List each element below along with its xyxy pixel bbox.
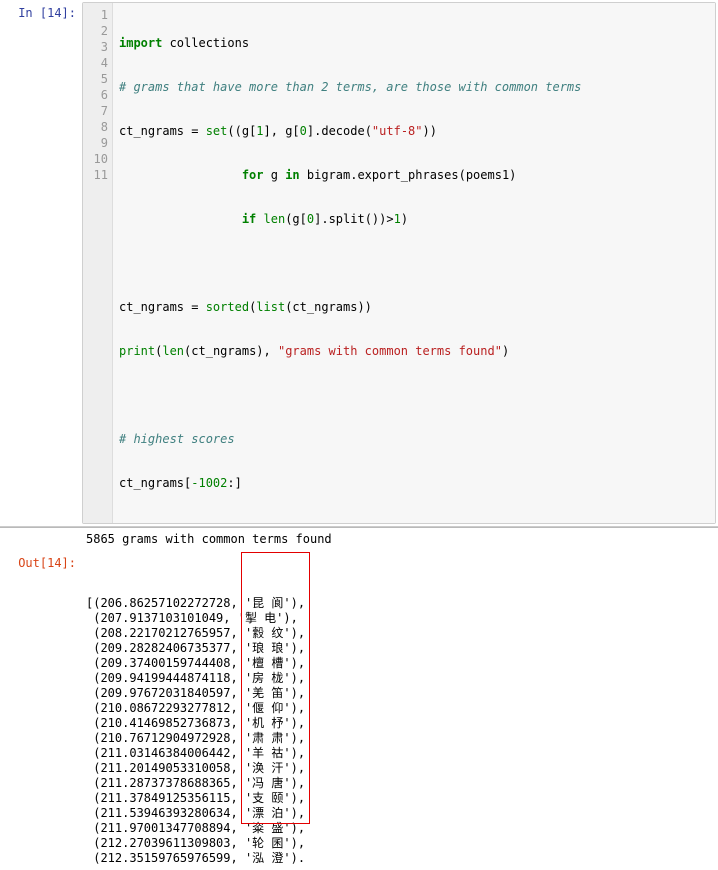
result-line: (210.41469852736873, '机 杼'), — [86, 716, 712, 731]
result-line: [(206.86257102272728, '昆 阆'), — [86, 596, 712, 611]
gutter-line: 1 — [87, 7, 108, 23]
line-gutter: 1 2 3 4 5 6 7 8 9 10 11 — [83, 3, 113, 523]
input-cell: In [14]: 1 2 3 4 5 6 7 8 9 10 11 import … — [0, 0, 718, 527]
code-editor[interactable]: 1 2 3 4 5 6 7 8 9 10 11 import collectio… — [82, 2, 716, 524]
gutter-line: 6 — [87, 87, 108, 103]
gutter-line: 2 — [87, 23, 108, 39]
result-line: (212.27039611309803, '轮 囷'), — [86, 836, 712, 851]
result-line: (209.37400159744408, '檀 槽'), — [86, 656, 712, 671]
stdout-row: 5865 grams with common terms found — [0, 528, 718, 550]
result-line: (211.97001347708894, '粢 盛'), — [86, 821, 712, 836]
result-line: (211.37849125356115, '支 颐'), — [86, 791, 712, 806]
result-line: (209.94199444874118, '房 栊'), — [86, 671, 712, 686]
result-line: (210.08672293277812, '偃 仰'), — [86, 701, 712, 716]
result-line: (209.97672031840597, '羌 笛'), — [86, 686, 712, 701]
gutter-line: 7 — [87, 103, 108, 119]
result-line: (212.35159765976599, '泓 澄'). — [86, 851, 712, 866]
result-line: (211.53946393280634, '漂 泊'), — [86, 806, 712, 821]
out-prompt: Out[14]: — [0, 550, 80, 870]
result-line: (211.03146384006442, '羊 祜'), — [86, 746, 712, 761]
gutter-line: 8 — [87, 119, 108, 135]
gutter-line: 5 — [87, 71, 108, 87]
gutter-line: 4 — [87, 55, 108, 71]
gutter-line: 11 — [87, 167, 108, 183]
result-line: (211.28737378688365, '冯 唐'), — [86, 776, 712, 791]
result-line: (209.28282406735377, '琅 琅'), — [86, 641, 712, 656]
code-body[interactable]: import collections # grams that have mor… — [113, 3, 715, 523]
result-body: [(206.86257102272728, '昆 阆'), (207.91371… — [80, 550, 718, 870]
result-line: (208.22170212765957, '縠 纹'), — [86, 626, 712, 641]
gutter-line: 9 — [87, 135, 108, 151]
output-cell: Out[14]: [(206.86257102272728, '昆 阆'), (… — [0, 550, 718, 870]
result-line: (211.20149053310058, '涣 汗'), — [86, 761, 712, 776]
stdout-text: 5865 grams with common terms found — [80, 528, 718, 550]
gutter-line: 3 — [87, 39, 108, 55]
result-line: (210.76712904972928, '肃 肃'), — [86, 731, 712, 746]
in-prompt: In [14]: — [0, 0, 80, 526]
blank-prompt — [0, 528, 80, 550]
result-line: (207.9137103101049, '掣 电'), — [86, 611, 712, 626]
gutter-line: 10 — [87, 151, 108, 167]
